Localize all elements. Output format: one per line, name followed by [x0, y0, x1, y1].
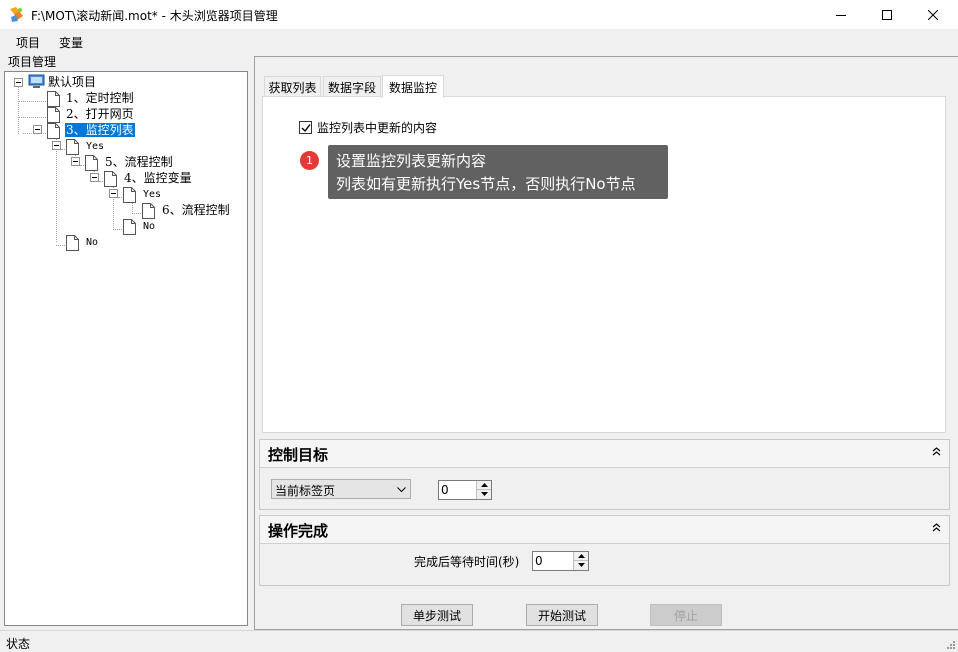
control-target-section: 控制目标: [259, 439, 950, 510]
project-panel-label: 项目管理: [8, 55, 57, 69]
section-title: 控制目标: [268, 446, 329, 464]
document-icon: [123, 219, 136, 235]
help-tooltip: 设置监控列表更新内容 列表如有更新执行Yes节点，否则执行No节点: [328, 145, 668, 199]
tree-node-monitor-variable[interactable]: 4、监控变量: [123, 171, 193, 185]
close-button[interactable]: [910, 0, 956, 30]
app-logo-icon: [10, 7, 23, 22]
tree-node-open-page[interactable]: 2、打开网页: [65, 107, 135, 121]
tree-expander[interactable]: [14, 78, 23, 87]
tree-node-flow-control-5[interactable]: 5、流程控制: [104, 155, 174, 169]
tree-expander[interactable]: [52, 141, 61, 150]
tree-node-no[interactable]: No: [85, 236, 99, 250]
target-tab-select[interactable]: 当前标签页: [271, 479, 411, 499]
maximize-icon: [882, 10, 892, 20]
start-test-button[interactable]: 开始测试: [526, 604, 598, 626]
arrow-up-icon: [481, 483, 488, 487]
document-icon: [142, 203, 155, 219]
menu-project[interactable]: 项目: [16, 34, 40, 51]
close-icon: [928, 10, 938, 20]
tab-data-monitor[interactable]: 数据监控: [382, 75, 444, 98]
resize-grip-icon[interactable]: [945, 639, 955, 649]
stop-button[interactable]: 停止: [650, 604, 722, 626]
tooltip-badge: 1: [300, 151, 319, 170]
spin-down-button[interactable]: [477, 490, 491, 499]
document-icon: [47, 91, 60, 107]
spinner-value: 0: [441, 483, 449, 497]
wait-time-spinner[interactable]: 0: [532, 551, 589, 571]
tooltip-line-1: 设置监控列表更新内容: [336, 152, 487, 170]
status-bar: 状态: [0, 630, 958, 652]
collapse-up-icon[interactable]: [932, 447, 941, 456]
control-target-header[interactable]: 控制目标: [260, 440, 949, 468]
minimize-icon: [836, 15, 846, 16]
tree-node-yes-inner[interactable]: Yes: [142, 188, 162, 202]
tree-node-timer[interactable]: 1、定时控制: [65, 91, 135, 105]
select-value: 当前标签页: [275, 484, 336, 498]
operation-done-section: 操作完成: [259, 515, 950, 586]
checkmark-icon: [301, 124, 311, 133]
tree-node-no-inner[interactable]: No: [142, 220, 156, 234]
tree-expander[interactable]: [109, 189, 118, 198]
spin-up-button[interactable]: [477, 481, 491, 490]
menu-variables[interactable]: 变量: [59, 34, 83, 51]
section-title: 操作完成: [268, 522, 329, 540]
tree-node-flow-control-6[interactable]: 6、流程控制: [161, 203, 231, 217]
document-icon: [123, 187, 136, 203]
title-bar: F:\MOT\滚动新闻.mot* - 木头浏览器项目管理: [0, 0, 958, 30]
tab-data-fields[interactable]: 数据字段: [323, 76, 381, 97]
document-icon: [47, 123, 60, 139]
minimize-button[interactable]: [818, 0, 864, 30]
tree-node-root[interactable]: 默认项目: [47, 75, 97, 89]
target-index-spinner[interactable]: 0: [438, 480, 492, 500]
window-title: F:\MOT\滚动新闻.mot* - 木头浏览器项目管理: [31, 9, 278, 23]
tree-node-yes[interactable]: Yes: [85, 140, 105, 154]
tree-expander[interactable]: [71, 157, 80, 166]
arrow-up-icon: [578, 554, 585, 558]
arrow-down-icon: [578, 563, 585, 567]
chevron-down-icon: [397, 487, 406, 493]
monitor-checkbox-label[interactable]: 监控列表中更新的内容: [317, 119, 437, 136]
document-icon: [66, 235, 79, 251]
maximize-button[interactable]: [864, 0, 910, 30]
document-icon: [104, 171, 117, 187]
arrow-down-icon: [481, 492, 488, 496]
step-test-button[interactable]: 单步测试: [401, 604, 473, 626]
tooltip-line-2: 列表如有更新执行Yes节点，否则执行No节点: [336, 175, 636, 193]
wait-time-label: 完成后等待时间(秒): [414, 555, 520, 569]
tree-node-monitor-list[interactable]: 3、监控列表: [65, 123, 135, 137]
tab-fetch-list[interactable]: 获取列表: [264, 76, 321, 97]
monitor-checkbox[interactable]: [299, 121, 312, 134]
spin-down-button[interactable]: [574, 561, 588, 570]
spinner-value: 0: [535, 554, 543, 568]
status-text: 状态: [6, 637, 31, 651]
document-icon: [85, 155, 98, 171]
collapse-up-icon[interactable]: [932, 523, 941, 532]
operation-done-header[interactable]: 操作完成: [260, 516, 949, 544]
tree-expander[interactable]: [33, 125, 42, 134]
document-icon: [66, 139, 79, 155]
menu-bar: 项目 变量: [0, 30, 958, 52]
tree-expander[interactable]: [90, 173, 99, 182]
document-icon: [47, 107, 60, 123]
project-tree[interactable]: 默认项目 1、定时控制 2、打开网页 3、监控列表 Yes 5、流程控制 4、监…: [4, 71, 248, 626]
computer-icon: [28, 74, 45, 88]
spin-up-button[interactable]: [574, 552, 588, 561]
